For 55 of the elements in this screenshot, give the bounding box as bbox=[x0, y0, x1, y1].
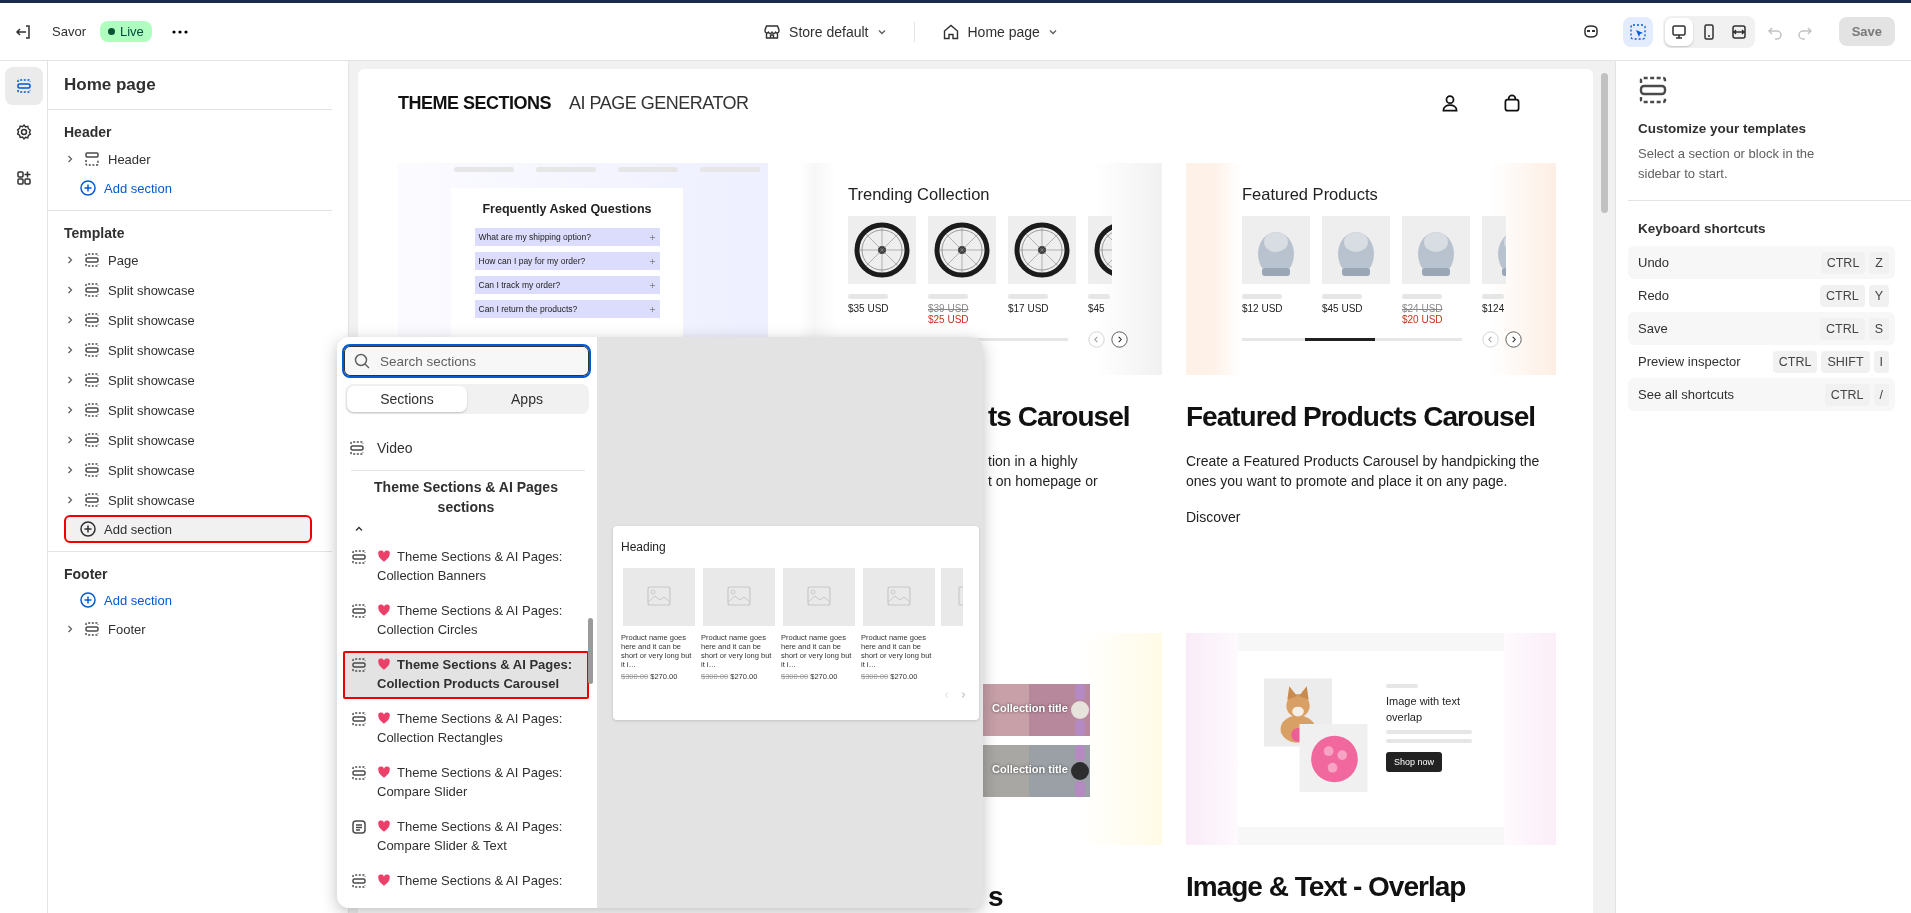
price: $20 USD bbox=[1402, 314, 1444, 325]
inspector-description: Select a section or block in the sidebar to start. bbox=[1638, 145, 1816, 183]
store-name: Savor bbox=[52, 24, 86, 39]
key-cap: / bbox=[1873, 383, 1889, 406]
key-cap: CTRL bbox=[1824, 383, 1870, 406]
price: $17 USD bbox=[1008, 303, 1050, 314]
key-cap: Y bbox=[1868, 284, 1889, 307]
price: $45 USD bbox=[1322, 303, 1364, 314]
preview-heading: Heading bbox=[621, 539, 667, 554]
price: $124 bbox=[1482, 303, 1506, 314]
shop-now-button: Shop now bbox=[1386, 752, 1443, 772]
key-cap: CTRL bbox=[1820, 251, 1866, 274]
key-cap: CTRL bbox=[1820, 317, 1865, 340]
faq-question: Can I track my order? bbox=[478, 280, 561, 290]
group-heading: Theme Sections & AI Pages sections bbox=[373, 478, 559, 517]
key-cap: SHIFT bbox=[1821, 350, 1870, 373]
shortcut-action: Undo bbox=[1638, 255, 1670, 270]
section-title: s bbox=[987, 881, 1004, 913]
shortcut-action: Redo bbox=[1638, 288, 1670, 303]
group-heading: Footer bbox=[64, 565, 109, 584]
section-description: Create a Featured Products Carousel by handpicking the ones you want to promote and place it on any page. bbox=[1186, 452, 1541, 491]
key-cap: S bbox=[1868, 317, 1889, 340]
sidebar-title: Home page bbox=[48, 61, 332, 110]
thumbnail-title: Image with text overlap bbox=[1386, 694, 1461, 725]
thumbnail-title: Frequently Asked Questions bbox=[482, 202, 652, 216]
shortcut-action: Preview inspector bbox=[1638, 354, 1741, 369]
shortcut-action: Save bbox=[1638, 321, 1668, 336]
thumbnail-title: Featured Products bbox=[1242, 185, 1379, 204]
key-cap: CTRL bbox=[1772, 350, 1818, 373]
collection-title: Collection title bbox=[992, 763, 1068, 775]
price: $45 bbox=[1088, 303, 1106, 314]
collection-title: Collection title bbox=[992, 702, 1068, 714]
shortcut-action: See all shortcuts bbox=[1638, 387, 1735, 402]
price: $25 USD bbox=[928, 314, 970, 325]
group-heading: Template bbox=[64, 224, 126, 243]
thumbnail-title: Trending Collection bbox=[848, 185, 991, 204]
price: $35 USD bbox=[848, 303, 890, 314]
section-title: ts Carousel bbox=[987, 401, 1131, 433]
key-cap: CTRL bbox=[1820, 284, 1865, 307]
section-description: tion in a highly bbox=[987, 452, 1079, 471]
key-cap: Z bbox=[1869, 251, 1889, 274]
shortcuts-title: Keyboard shortcuts bbox=[1638, 221, 1767, 236]
status-badge: Live bbox=[99, 21, 152, 42]
section-title: Featured Products Carousel bbox=[1186, 401, 1536, 433]
faq-question: Can I return the products? bbox=[478, 304, 578, 314]
section-description: t on homepage or bbox=[987, 472, 1099, 491]
key-cap: I bbox=[1873, 350, 1889, 373]
old-price: $39 USD bbox=[928, 303, 970, 314]
faq-question: What are my shipping option? bbox=[478, 232, 591, 242]
price: $12 USD bbox=[1242, 303, 1284, 314]
old-price: $24 USD bbox=[1402, 303, 1444, 314]
inspector-title: Customize your templates bbox=[1638, 121, 1808, 136]
group-heading: Header bbox=[64, 123, 113, 142]
faq-question: How can I pay for my order? bbox=[478, 256, 586, 266]
section-title: Image & Text - Overlap bbox=[1186, 871, 1467, 903]
